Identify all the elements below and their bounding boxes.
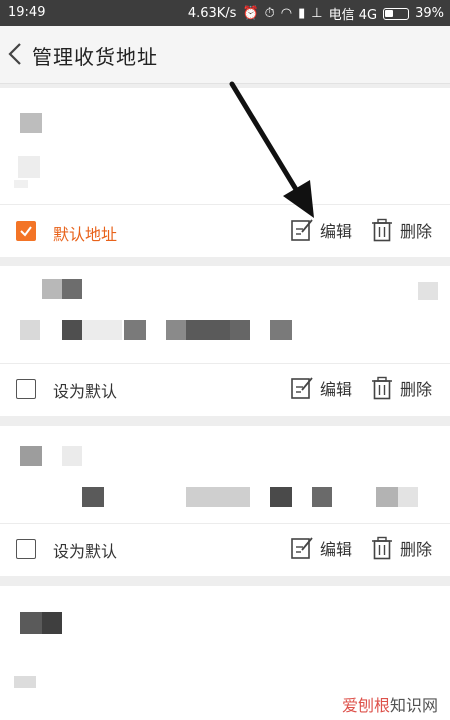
trash-icon — [372, 376, 392, 400]
delete-label: 删除 — [400, 540, 433, 559]
set-default-checkbox[interactable] — [16, 539, 36, 559]
blurred-name — [20, 113, 42, 133]
blurred-address-3 — [82, 320, 122, 340]
blurred-address-2 — [62, 320, 82, 340]
edit-button[interactable]: 编辑 — [290, 376, 352, 400]
blurred-address — [18, 156, 40, 178]
blurred-address-8 — [270, 320, 292, 340]
set-default-checkbox[interactable] — [16, 379, 36, 399]
edit-icon — [291, 219, 313, 241]
address-actions: 设为默认 编辑 删除 — [0, 524, 450, 576]
edit-label: 编辑 — [320, 222, 353, 241]
default-address-label[interactable]: 默认地址 — [53, 221, 117, 245]
delete-button[interactable]: 删除 — [370, 536, 432, 560]
carrier-label: 电信 4G — [328, 8, 378, 23]
trash-icon — [372, 536, 392, 560]
status-bar: 19:49 4.63K/s ⏰ ⏱ ◠ ▮ ⊥ 电信 4G 39% — [0, 0, 450, 26]
check-icon — [20, 226, 32, 237]
address-card: 设为默认 编辑 删除 — [0, 426, 450, 576]
address-actions: 默认地址 编辑 删除 — [0, 205, 450, 257]
edit-label: 编辑 — [320, 380, 353, 399]
blurred-address-5 — [376, 487, 398, 507]
back-button[interactable] — [4, 39, 28, 69]
battery-percent: 39% — [415, 6, 444, 21]
blurred-name-2 — [62, 446, 82, 466]
signal-2-icon: ⊥ — [311, 5, 323, 21]
blurred-address-6 — [186, 320, 230, 340]
status-time: 19:49 — [8, 5, 46, 20]
edit-icon — [291, 377, 313, 399]
blurred-address — [14, 676, 36, 688]
edit-label: 编辑 — [320, 540, 353, 559]
delete-button[interactable]: 删除 — [370, 376, 432, 400]
alarm-icon: ⏱ — [264, 5, 275, 21]
watermark-part1: 爱刨根 — [341, 696, 390, 715]
watermark-part2: 知识网 — [389, 696, 438, 715]
page-title: 管理收货地址 — [32, 45, 158, 69]
blurred-address-3 — [270, 487, 292, 507]
wifi-icon: ◠ — [280, 5, 293, 21]
edit-button[interactable]: 编辑 — [290, 536, 352, 560]
blurred-address-2 — [186, 487, 250, 507]
blurred-address-4 — [312, 487, 332, 507]
set-default-label[interactable]: 设为默认 — [53, 378, 117, 402]
blurred-address — [82, 487, 104, 507]
blurred-name — [20, 446, 42, 466]
blurred-address-2 — [14, 180, 28, 188]
delete-label: 删除 — [400, 222, 433, 241]
blurred-address — [20, 320, 40, 340]
blurred-name-2 — [62, 279, 82, 299]
status-right: 4.63K/s ⏰ ⏱ ◠ ▮ ⊥ 电信 4G 39% — [187, 4, 444, 24]
delete-button[interactable]: 删除 — [370, 218, 432, 242]
delete-label: 删除 — [400, 380, 433, 399]
blurred-name — [42, 279, 62, 299]
signal-icon: ▮ — [298, 5, 306, 21]
address-card: 设为默认 编辑 删除 — [0, 266, 450, 416]
blurred-name-2 — [42, 612, 62, 634]
edit-icon — [291, 537, 313, 559]
battery-icon — [383, 7, 410, 20]
edit-button[interactable]: 编辑 — [290, 218, 352, 242]
blurred-name — [20, 612, 42, 634]
network-speed: 4.63K/s — [187, 6, 237, 21]
chevron-left-icon[interactable] — [4, 39, 28, 69]
address-actions: 设为默认 编辑 删除 — [0, 364, 450, 416]
blurred-address-4 — [124, 320, 146, 340]
address-card: 默认地址 编辑 删除 — [0, 88, 450, 257]
default-checkbox[interactable] — [16, 221, 36, 241]
blurred-address-5 — [166, 320, 186, 340]
set-default-label[interactable]: 设为默认 — [53, 538, 117, 562]
blurred-phone — [418, 282, 438, 300]
trash-icon — [372, 218, 392, 242]
blurred-address-6 — [398, 487, 418, 507]
alarm-off-icon: ⏰ — [242, 5, 259, 21]
blurred-address-7 — [230, 320, 250, 340]
page-header: 管理收货地址 — [0, 26, 450, 84]
watermark: 爱刨根知识网 — [342, 692, 438, 716]
